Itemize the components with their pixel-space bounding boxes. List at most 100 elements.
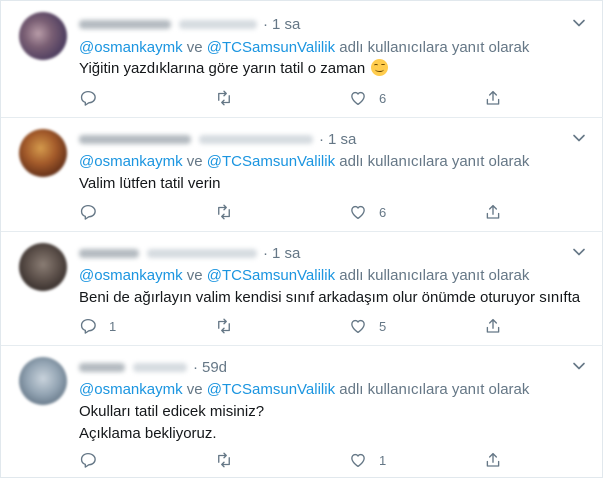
share-button[interactable] bbox=[484, 450, 502, 470]
like-count: 6 bbox=[379, 90, 387, 106]
avatar[interactable] bbox=[19, 243, 67, 291]
like-button[interactable]: 5 bbox=[349, 316, 386, 336]
smiling-face-emoji-icon bbox=[371, 59, 389, 76]
tweet-text: Okulları tatil edicek misiniz? Açıklama … bbox=[79, 401, 264, 445]
share-button[interactable] bbox=[484, 202, 502, 222]
separator-dot: · bbox=[263, 15, 268, 33]
chevron-down-icon[interactable] bbox=[572, 131, 586, 145]
tweet-text-line: Valim lütfen tatil verin bbox=[79, 175, 221, 192]
tweet-text-line: Açıklama bekliyoruz. bbox=[79, 425, 217, 442]
separator-dot: · bbox=[193, 358, 198, 376]
mention-link[interactable]: @TCSamsunValilik bbox=[207, 381, 335, 398]
chevron-down-icon[interactable] bbox=[572, 245, 586, 259]
mention-link[interactable]: @TCSamsunValilik bbox=[207, 39, 335, 56]
replying-to: @osmankaymk ve @TCSamsunValilik adlı kul… bbox=[79, 267, 529, 284]
separator-dot: · bbox=[263, 244, 268, 262]
reply-connector: ve bbox=[186, 267, 203, 284]
tweet-text-line: Beni de ağırlayın valim kendisi sınıf ar… bbox=[79, 289, 581, 306]
share-icon bbox=[486, 318, 500, 333]
like-count: 6 bbox=[379, 204, 387, 220]
mention-link[interactable]: @osmankaymk bbox=[79, 153, 183, 170]
retweet-button[interactable] bbox=[215, 202, 245, 222]
tweet-time[interactable]: 59d bbox=[202, 359, 227, 376]
reply-icon bbox=[80, 452, 96, 468]
share-icon bbox=[486, 452, 500, 467]
chevron-down-icon[interactable] bbox=[572, 16, 586, 30]
tweet-text: Beni de ağırlayın valim kendisi sınıf ar… bbox=[79, 287, 580, 309]
retweet-icon bbox=[218, 452, 230, 468]
tweet-text-line: Okulları tatil edicek misiniz? bbox=[79, 403, 265, 420]
tweet-time[interactable]: 1 sa bbox=[272, 16, 300, 33]
display-name-redacted[interactable] bbox=[79, 134, 191, 144]
retweet-icon bbox=[218, 90, 230, 106]
like-icon bbox=[351, 91, 365, 106]
reply-suffix: adlı kullanıcılara yanıt olarak bbox=[339, 267, 530, 284]
reply-button[interactable]: 1 bbox=[79, 316, 116, 336]
display-name-redacted[interactable] bbox=[79, 19, 171, 29]
avatar[interactable] bbox=[19, 12, 67, 60]
tweet-text: Valim lütfen tatil verin bbox=[79, 173, 220, 195]
reply-connector: ve bbox=[186, 153, 203, 170]
reply-connector: ve bbox=[186, 39, 203, 56]
share-icon bbox=[486, 90, 500, 105]
username-redacted[interactable] bbox=[147, 248, 257, 258]
avatar[interactable] bbox=[19, 357, 67, 405]
mention-link[interactable]: @osmankaymk bbox=[79, 381, 183, 398]
reply-thread: · 1 sa @osmankaymk ve @TCSamsunValilik a… bbox=[0, 0, 603, 478]
like-icon bbox=[351, 205, 365, 220]
username-redacted[interactable] bbox=[133, 362, 187, 372]
like-icon bbox=[351, 319, 365, 334]
like-button[interactable]: 1 bbox=[349, 450, 386, 470]
like-icon bbox=[351, 453, 365, 468]
avatar[interactable] bbox=[19, 129, 67, 177]
reply-icon bbox=[80, 90, 96, 106]
mention-link[interactable]: @TCSamsunValilik bbox=[207, 153, 335, 170]
mention-link[interactable]: @TCSamsunValilik bbox=[207, 267, 335, 284]
reply-icon bbox=[80, 318, 96, 334]
mention-link[interactable]: @osmankaymk bbox=[79, 39, 183, 56]
tweet[interactable]: · 1 sa @osmankaymk ve @TCSamsunValilik a… bbox=[1, 232, 603, 346]
display-name-redacted[interactable] bbox=[79, 248, 139, 258]
username-redacted[interactable] bbox=[179, 19, 257, 29]
reply-button[interactable] bbox=[79, 202, 109, 222]
share-button[interactable] bbox=[484, 88, 502, 108]
tweet-time[interactable]: 1 sa bbox=[328, 131, 356, 148]
tweet[interactable]: · 59d @osmankaymk ve @TCSamsunValilik ad… bbox=[1, 346, 603, 478]
display-name-redacted[interactable] bbox=[79, 362, 125, 372]
share-button[interactable] bbox=[484, 316, 502, 336]
like-count: 1 bbox=[379, 452, 387, 468]
reply-button[interactable] bbox=[79, 450, 109, 470]
reply-connector: ve bbox=[186, 381, 203, 398]
tweet-text: Yiğitin yazdıklarına göre yarın tatil o … bbox=[79, 58, 389, 80]
mention-link[interactable]: @osmankaymk bbox=[79, 267, 183, 284]
replying-to: @osmankaymk ve @TCSamsunValilik adlı kul… bbox=[79, 39, 529, 56]
tweet-header: · 1 sa bbox=[79, 243, 300, 263]
tweet-actions: 1 bbox=[79, 450, 509, 470]
share-icon bbox=[486, 204, 500, 219]
like-button[interactable]: 6 bbox=[349, 88, 386, 108]
reply-icon bbox=[80, 204, 96, 220]
retweet-button[interactable] bbox=[215, 88, 245, 108]
reply-suffix: adlı kullanıcılara yanıt olarak bbox=[339, 381, 530, 398]
like-button[interactable]: 6 bbox=[349, 202, 386, 222]
tweet-actions: 6 bbox=[79, 88, 509, 108]
retweet-button[interactable] bbox=[215, 450, 245, 470]
replying-to: @osmankaymk ve @TCSamsunValilik adlı kul… bbox=[79, 153, 529, 170]
reply-count: 1 bbox=[109, 318, 117, 334]
tweet-header: · 59d bbox=[79, 357, 227, 377]
tweet-header: · 1 sa bbox=[79, 14, 300, 34]
reply-suffix: adlı kullanıcılara yanıt olarak bbox=[339, 39, 530, 56]
reply-button[interactable] bbox=[79, 88, 109, 108]
tweet[interactable]: · 1 sa @osmankaymk ve @TCSamsunValilik a… bbox=[1, 118, 603, 232]
tweet-actions: 1 5 bbox=[79, 316, 509, 336]
chevron-down-icon[interactable] bbox=[572, 359, 586, 373]
replying-to: @osmankaymk ve @TCSamsunValilik adlı kul… bbox=[79, 381, 529, 398]
tweet-time[interactable]: 1 sa bbox=[272, 245, 300, 262]
retweet-icon bbox=[218, 204, 230, 220]
retweet-button[interactable] bbox=[215, 316, 245, 336]
like-count: 5 bbox=[379, 318, 387, 334]
tweet-text-line: Yiğitin yazdıklarına göre yarın tatil o … bbox=[79, 60, 366, 77]
separator-dot: · bbox=[319, 130, 324, 148]
tweet[interactable]: · 1 sa @osmankaymk ve @TCSamsunValilik a… bbox=[1, 1, 603, 118]
username-redacted[interactable] bbox=[199, 134, 313, 144]
